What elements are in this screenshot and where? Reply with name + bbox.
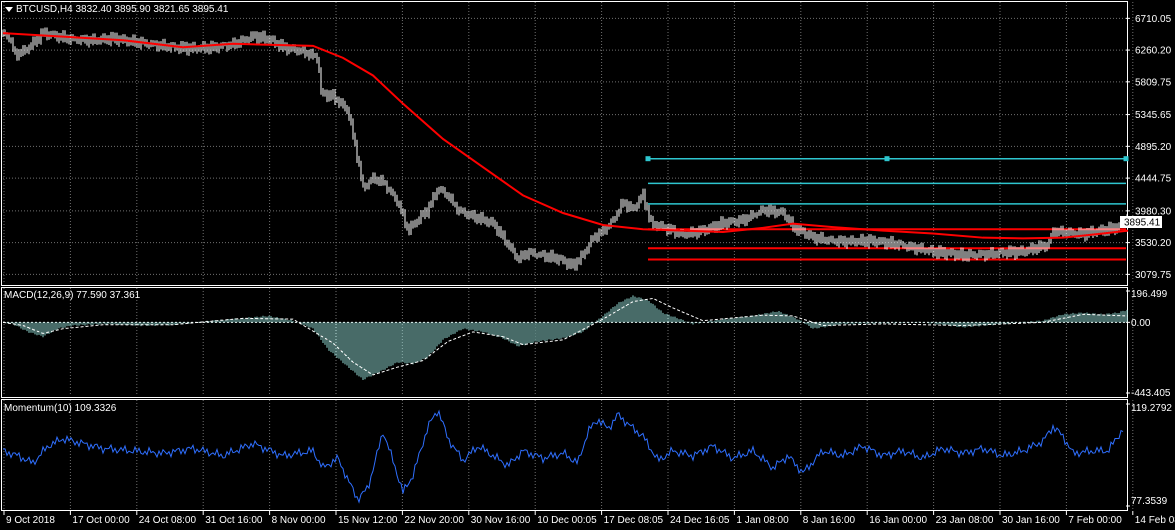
time-axis-label: 7 Feb 00:00 bbox=[1068, 515, 1122, 526]
price-axis-label: 5345.65 bbox=[1135, 110, 1172, 121]
time-axis-label: 22 Nov 20:00 bbox=[404, 515, 464, 526]
time-axis-label: 30 Nov 16:00 bbox=[471, 515, 531, 526]
time-axis-label: 9 Oct 2018 bbox=[6, 515, 55, 526]
time-axis-label: 10 Dec 00:05 bbox=[537, 515, 597, 526]
price-axis-label: 4444.75 bbox=[1135, 174, 1172, 185]
time-axis-label: 24 Dec 16:05 bbox=[670, 515, 730, 526]
price-axis-label: 3530.20 bbox=[1135, 238, 1172, 249]
price-axis-label: 5809.75 bbox=[1135, 77, 1172, 88]
channel-handle[interactable] bbox=[645, 156, 651, 162]
time-axis-label: 24 Oct 08:00 bbox=[139, 515, 197, 526]
macd-axis-label: 0.00 bbox=[1131, 318, 1151, 329]
time-axis-label: 17 Dec 08:05 bbox=[604, 515, 664, 526]
macd-axis-label: -443.405 bbox=[1131, 388, 1171, 399]
trading-chart[interactable]: 6710.05 6260.20 5809.75 5345.65 4895.20 4444.… bbox=[0, 0, 1175, 530]
channel-handle[interactable] bbox=[884, 156, 890, 162]
symbol-label: BTCUSD,H4 bbox=[16, 4, 73, 15]
price-axis-label: 6260.20 bbox=[1135, 46, 1172, 57]
ohlc-values: 3832.40 3895.90 3821.65 3895.41 bbox=[75, 4, 229, 15]
time-axis-label: 16 Jan 00:00 bbox=[869, 515, 927, 526]
time-axis-label: 17 Oct 00:00 bbox=[72, 515, 130, 526]
time-axis-label: 31 Oct 16:00 bbox=[205, 515, 263, 526]
momentum-axis-label: 77.3539 bbox=[1131, 496, 1168, 507]
price-axis-label: 3980.30 bbox=[1135, 206, 1172, 217]
momentum-label: Momentum(10) 109.3326 bbox=[4, 403, 117, 414]
current-price-label: 3895.41 bbox=[1124, 218, 1161, 229]
time-axis-label: 1 Jan 08:00 bbox=[736, 515, 789, 526]
channel-handle[interactable] bbox=[1123, 156, 1129, 162]
time-axis-label: 14 Feb 08:00 bbox=[1135, 515, 1175, 526]
price-axis-label: 3079.75 bbox=[1135, 270, 1172, 281]
time-axis-label: 8 Jan 16:00 bbox=[803, 515, 856, 526]
macd-axis-label: 196.499 bbox=[1131, 289, 1168, 300]
price-axis-label: 4895.20 bbox=[1135, 142, 1172, 153]
time-axis-label: 30 Jan 16:00 bbox=[1002, 515, 1060, 526]
momentum-axis-label: 119.2792 bbox=[1131, 403, 1172, 414]
time-axis-label: 8 Nov 00:00 bbox=[272, 515, 326, 526]
chart-menu-caret-icon[interactable] bbox=[5, 7, 13, 12]
time-axis-label: 23 Jan 08:00 bbox=[936, 515, 994, 526]
macd-label: MACD(12,26,9) 77.590 37.361 bbox=[4, 290, 141, 301]
time-axis-label: 15 Nov 12:00 bbox=[338, 515, 398, 526]
symbol-header: BTCUSD,H4 3832.40 3895.90 3821.65 3895.4… bbox=[16, 4, 228, 15]
price-axis-label: 6710.05 bbox=[1135, 14, 1172, 25]
